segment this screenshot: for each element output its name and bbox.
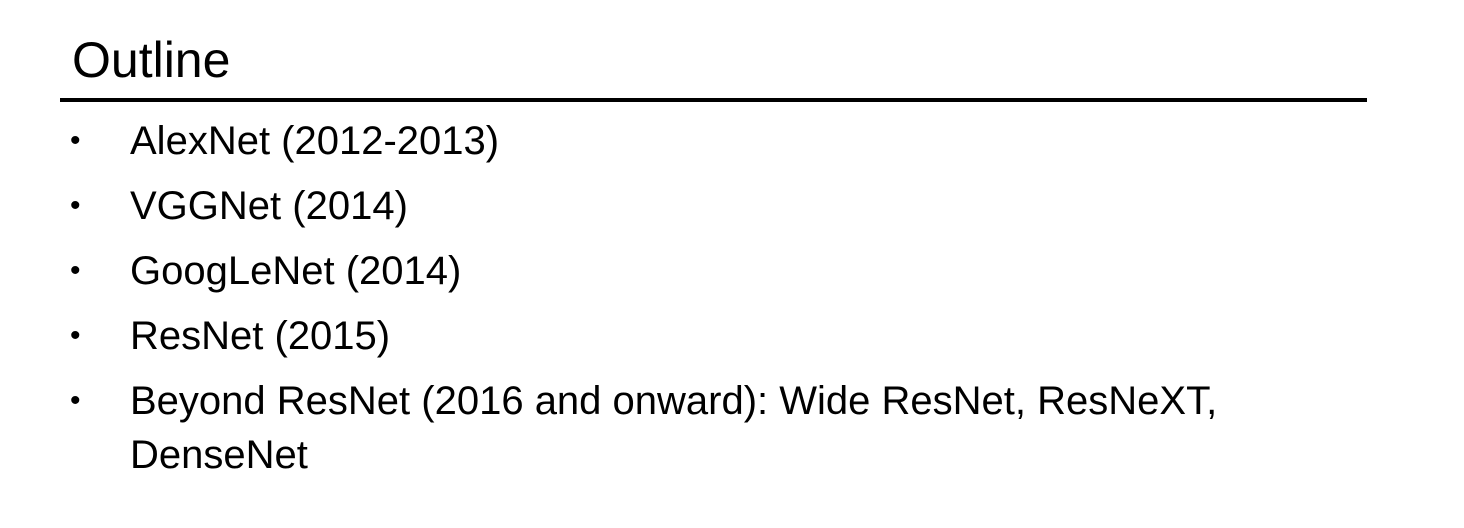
slide-title: Outline [72, 32, 231, 88]
list-item: • ResNet (2015) [70, 309, 1370, 363]
list-item-text: ResNet (2015) [130, 314, 391, 358]
list-item-text: Beyond ResNet (2016 and onward): Wide Re… [130, 379, 1218, 477]
slide: Outline • AlexNet (2012-2013) • VGGNet (… [0, 0, 1464, 528]
bullet-icon: • [70, 319, 81, 352]
list-item: • GoogLeNet (2014) [70, 244, 1370, 298]
list-item: • VGGNet (2014) [70, 179, 1370, 233]
bullet-icon: • [70, 189, 81, 222]
list-item: • Beyond ResNet (2016 and onward): Wide … [70, 374, 1370, 482]
list-item-text: VGGNet (2014) [130, 184, 408, 228]
list-item: • AlexNet (2012-2013) [70, 114, 1370, 168]
bullet-icon: • [70, 384, 81, 417]
bullet-icon: • [70, 254, 81, 287]
bullet-list: • AlexNet (2012-2013) • VGGNet (2014) • … [70, 114, 1370, 493]
bullet-icon: • [70, 124, 81, 157]
title-underline [60, 98, 1367, 102]
list-item-text: GoogLeNet (2014) [130, 249, 462, 293]
list-item-text: AlexNet (2012-2013) [130, 119, 500, 163]
